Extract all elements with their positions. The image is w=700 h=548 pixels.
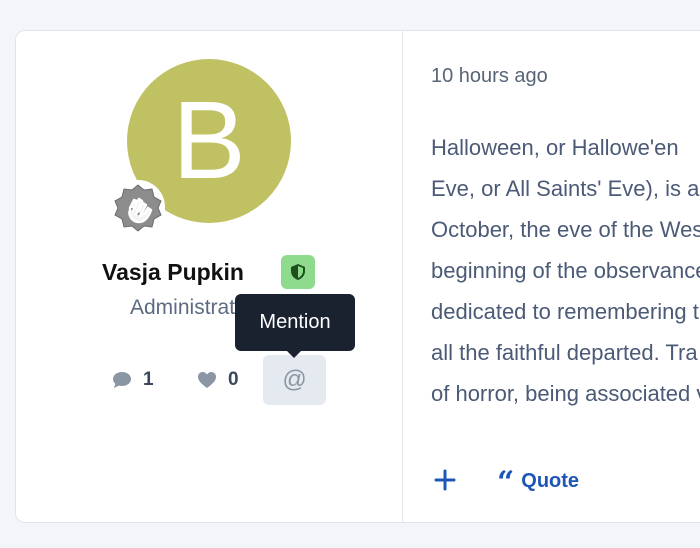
- post-body: Halloween, or Hallowe'en Eve, or All Sai…: [431, 127, 700, 417]
- post-body-line: Eve, or All Saints' Eve), is a: [431, 176, 700, 201]
- heart-icon: [198, 372, 216, 388]
- plus-icon: [434, 469, 456, 491]
- shield-icon: [291, 264, 305, 280]
- post-body-line: beginning of the observance: [431, 258, 700, 283]
- at-sign-icon: @: [282, 366, 307, 393]
- add-reaction-button[interactable]: [432, 467, 458, 493]
- user-name[interactable]: Vasja Pupkin: [102, 259, 244, 286]
- post-body-line: of horror, being associated v: [431, 381, 700, 406]
- quote-button[interactable]: “ Quote: [497, 467, 579, 495]
- post-body-line: dedicated to remembering th: [431, 299, 700, 324]
- waving-hand-badge-icon: [108, 177, 168, 237]
- speech-bubble-icon: [113, 372, 131, 388]
- post-body-line: Halloween, or Hallowe'en: [431, 135, 679, 160]
- mention-tooltip: Mention: [235, 294, 355, 351]
- mention-button[interactable]: @: [263, 355, 326, 405]
- post-body-line: all the faithful departed. Tra: [431, 340, 698, 365]
- user-name-row: Vasja Pupkin: [16, 255, 402, 289]
- reaction-count-value: 0: [228, 369, 239, 390]
- staff-badge: [281, 255, 315, 289]
- quote-label: Quote: [521, 469, 580, 492]
- post-time[interactable]: 10 hours ago: [431, 65, 548, 88]
- reaction-count: 0: [196, 361, 239, 399]
- message-count: 1: [111, 361, 154, 399]
- column-divider: [402, 31, 403, 522]
- tooltip-arrow: [286, 350, 302, 358]
- post-body-line: October, the eve of the Wes: [431, 217, 700, 242]
- post-card: B Vasja Pupkin Administrator 1 0 @ Menti…: [15, 30, 700, 523]
- message-count-value: 1: [143, 369, 154, 390]
- quote-icon: “: [497, 469, 515, 493]
